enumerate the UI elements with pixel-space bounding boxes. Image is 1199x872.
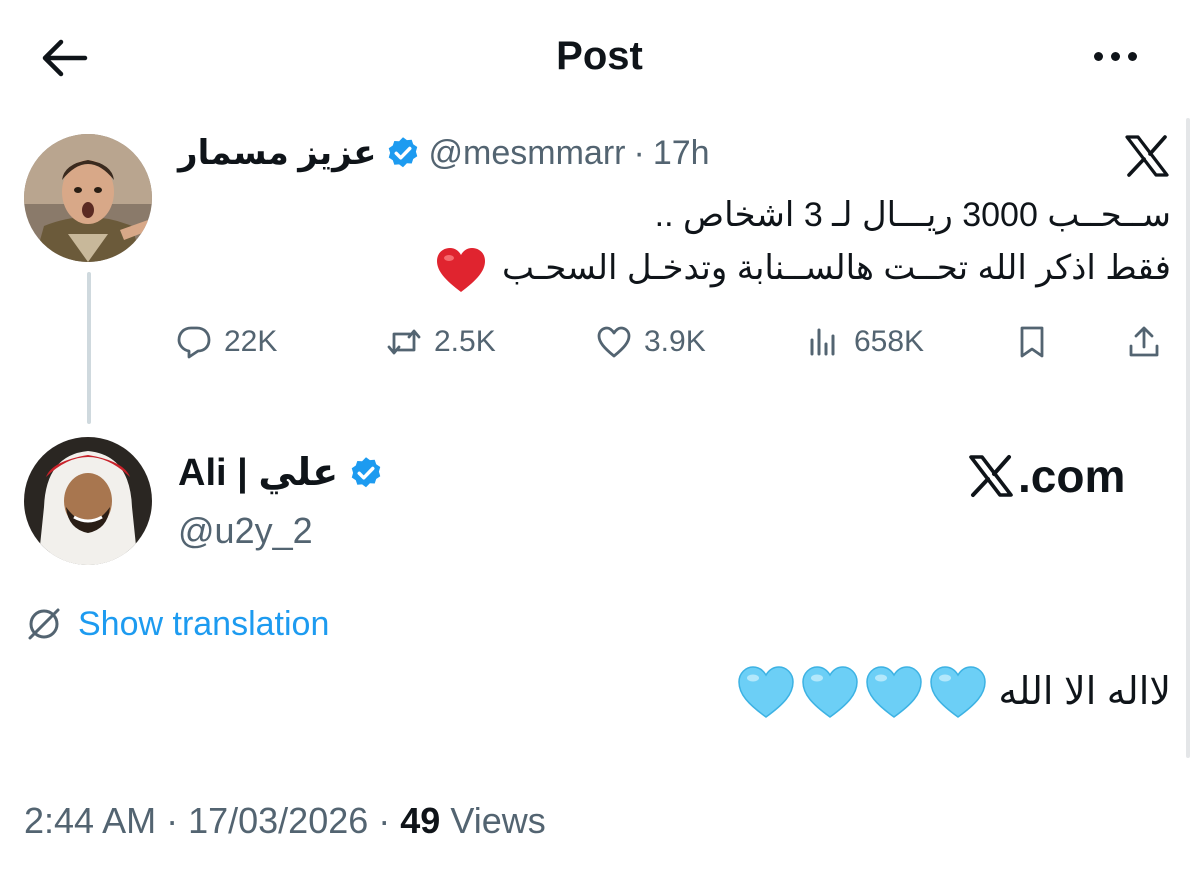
- reply-button[interactable]: 22K: [176, 318, 277, 366]
- share-icon: [1129, 326, 1159, 357]
- repost-button[interactable]: 2.5K: [386, 318, 496, 366]
- bookmark-button[interactable]: [1014, 318, 1050, 366]
- light-blue-heart-icon: [866, 666, 923, 718]
- bookmark-icon: [1020, 326, 1044, 358]
- reply-text-content: لااله الا الله: [998, 671, 1171, 713]
- tweet-text-line: ســحــب 3000 ريـــال لـ 3 اشخاص ..: [654, 196, 1171, 234]
- tweet-text: فقط اذكر الله تحــت هالســنابة وتدخـل ال…: [501, 249, 1171, 287]
- like-button[interactable]: 3.9K: [596, 318, 706, 366]
- post-date[interactable]: 17/03/2026: [188, 800, 368, 842]
- views-label: Views: [450, 800, 546, 841]
- show-translation-link[interactable]: Show translation: [24, 602, 329, 646]
- verified-badge-icon: [388, 137, 417, 168]
- heart-icon: [597, 326, 631, 358]
- reply-author-row: Ali | علي: [178, 448, 384, 498]
- globe-slash-icon: [28, 608, 60, 640]
- reply-text: لااله الا الله: [736, 662, 1171, 722]
- avatar-image: [24, 437, 152, 565]
- separator-dot: ·: [633, 134, 645, 172]
- author-name[interactable]: عزيز مسمار: [178, 131, 377, 175]
- avatar[interactable]: [24, 437, 152, 565]
- page-title: Post: [556, 34, 643, 78]
- more-dot: [1110, 51, 1120, 61]
- reply-count: 22K: [224, 325, 278, 358]
- light-blue-heart-icon: [738, 666, 795, 718]
- verified-badge-icon: [351, 457, 381, 488]
- x-com-link[interactable]: .com: [968, 448, 1125, 504]
- author-handle[interactable]: @mesmmarr: [429, 131, 626, 175]
- tweet-text-line: فقط اذكر الله تحــت هالســنابة وتدخـل ال…: [429, 243, 1171, 294]
- author-handle[interactable]: @u2y_2: [178, 508, 313, 554]
- separator-dot: ·: [378, 800, 391, 841]
- avatar-image: [24, 134, 152, 262]
- parent-tweet-header: عزيز مسمار @mesmmarr · 17h: [178, 131, 710, 175]
- scrollbar[interactable]: [1186, 118, 1190, 758]
- x-com-text: .com: [1018, 450, 1126, 502]
- tweet-actions: 22K 2.5K 3.9K 658K: [176, 318, 1176, 366]
- red-heart-icon: [436, 248, 485, 293]
- tweet-meta: 2:44 AM · 17/03/2026 · 49 Views: [24, 796, 546, 846]
- more-dot: [1093, 51, 1103, 61]
- like-count: 3.9K: [644, 325, 706, 358]
- share-button[interactable]: [1126, 318, 1162, 366]
- light-blue-heart-icon: [802, 666, 859, 718]
- repost-count: 2.5K: [434, 325, 496, 358]
- author-name[interactable]: Ali | علي: [178, 448, 338, 498]
- separator-dot: ·: [166, 800, 179, 841]
- tweet-time[interactable]: 17h: [653, 131, 710, 175]
- views-link[interactable]: 49 Views: [400, 800, 545, 842]
- post-time[interactable]: 2:44 AM: [24, 800, 156, 842]
- comment-icon: [177, 326, 211, 359]
- thread-line: [87, 272, 91, 424]
- more-dot: [1127, 51, 1137, 61]
- views-count: 49: [400, 800, 441, 841]
- light-blue-heart-icon: [930, 666, 987, 718]
- more-button[interactable]: [1080, 34, 1150, 78]
- analytics-icon: [810, 328, 835, 356]
- avatar[interactable]: [24, 134, 152, 262]
- views-button[interactable]: 658K: [806, 318, 924, 366]
- show-translation-label: Show translation: [78, 605, 330, 643]
- views-count: 658K: [854, 325, 925, 358]
- x-logo-icon: [969, 455, 1013, 497]
- repost-icon: [387, 329, 421, 355]
- x-logo-icon[interactable]: [1124, 135, 1170, 177]
